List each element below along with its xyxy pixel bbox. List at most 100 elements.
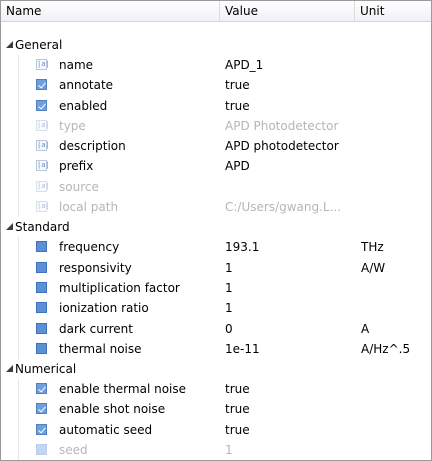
property-value: C:/Users/gwang.L...	[225, 200, 342, 215]
property-name: automatic seed	[59, 422, 153, 437]
property-row-ionization-ratio[interactable]: ionization ratio 1	[1, 298, 431, 319]
tree-guide-line	[18, 419, 19, 441]
tree-guide-line	[18, 197, 19, 218]
tree-guide-line	[18, 399, 19, 420]
property-value[interactable]: true	[225, 379, 250, 399]
property-name: source	[59, 179, 99, 194]
tree-guide-line	[18, 257, 19, 278]
collapse-triangle-icon[interactable]	[6, 41, 13, 48]
text-field-icon: |a|	[36, 180, 50, 192]
tree-guide-line	[18, 95, 19, 116]
unit-column-header[interactable]: Unit	[355, 1, 431, 21]
property-value: APD Photodetector	[225, 118, 339, 133]
tree-guide-line	[18, 237, 19, 258]
property-row-seed[interactable]: seed 1	[1, 440, 431, 460]
checkbox-checked-icon	[36, 79, 47, 91]
property-row-local-path[interactable]: |a| local path C:/Users/gwang.L...	[1, 197, 431, 218]
numeric-parameter-icon	[36, 444, 47, 456]
property-name: local path	[59, 200, 119, 215]
tree-guide-line	[18, 379, 19, 400]
property-value[interactable]: 1	[225, 298, 233, 318]
tree-guide-line	[18, 318, 19, 339]
tree-guide-line	[18, 156, 19, 177]
property-row-multiplication-factor[interactable]: multiplication factor 1	[1, 277, 431, 299]
property-value[interactable]: APD_1	[225, 55, 263, 75]
tree-guide-line	[18, 298, 19, 319]
tree-guide-line	[18, 440, 19, 460]
property-row-source[interactable]: |a| source	[1, 176, 431, 198]
property-row-enable-shot-noise[interactable]: enable shot noise true	[1, 399, 431, 420]
text-field-icon: |a|	[36, 59, 50, 70]
numeric-parameter-icon	[36, 322, 47, 334]
text-field-icon: |a|	[36, 140, 50, 152]
property-row-automatic-seed[interactable]: automatic seed true	[1, 419, 431, 441]
numeric-parameter-icon	[36, 302, 47, 314]
property-name: enable thermal noise	[59, 382, 187, 397]
text-field-icon: |a|	[36, 201, 50, 213]
property-name: multiplication factor	[59, 280, 180, 295]
tree-guide-line	[18, 136, 19, 157]
tree-guide-line	[18, 115, 19, 137]
property-rows: General |a| name APD_1 annotate true enabled tr…	[1, 35, 431, 460]
tree-guide-line	[18, 55, 19, 76]
property-row-responsivity[interactable]: responsivity 1 A/W	[1, 257, 431, 278]
property-value[interactable]: 1	[225, 258, 233, 278]
property-unit: A	[361, 321, 370, 336]
property-value[interactable]: 193.1	[225, 237, 259, 257]
property-value[interactable]: 1e-11	[225, 339, 260, 359]
property-row-enabled[interactable]: enabled true	[1, 95, 431, 116]
property-name: prefix	[59, 159, 94, 174]
group-label: Numerical	[15, 362, 77, 377]
property-row-description[interactable]: |a| description APD photodetector	[1, 136, 431, 157]
property-name: type	[59, 118, 86, 133]
collapse-triangle-icon[interactable]	[6, 223, 13, 231]
tree-guide-line	[18, 75, 19, 96]
value-column-header[interactable]: Value	[220, 1, 355, 21]
property-row-type[interactable]: |a| type APD Photodetector	[1, 115, 431, 137]
property-name: thermal noise	[59, 341, 142, 356]
text-field-icon: |a|	[36, 119, 50, 131]
property-name: dark current	[59, 321, 133, 336]
numeric-parameter-icon	[36, 261, 47, 273]
property-unit: A/Hz^.5	[361, 341, 411, 356]
property-row-annotate[interactable]: annotate true	[1, 75, 431, 96]
numeric-parameter-icon	[36, 342, 47, 354]
property-value[interactable]: true	[225, 96, 250, 116]
property-row-frequency[interactable]: frequency 193.1 THz	[1, 237, 431, 258]
group-numerical[interactable]: Numerical	[1, 359, 431, 379]
tree-guide-line	[18, 338, 19, 360]
property-unit: A/W	[361, 260, 386, 275]
name-column-header[interactable]: Name	[1, 1, 220, 21]
text-field-icon: |a|	[36, 160, 50, 172]
property-row-prefix[interactable]: |a| prefix APD	[1, 156, 431, 177]
property-row-name[interactable]: |a| name APD_1	[1, 55, 431, 76]
group-label: General	[15, 38, 63, 52]
property-name: annotate	[59, 78, 114, 93]
numeric-parameter-icon	[36, 241, 47, 253]
tree-guide-line	[18, 277, 19, 299]
property-value[interactable]: APD	[225, 156, 250, 176]
checkbox-checked-icon	[36, 383, 47, 395]
property-name: description	[59, 139, 126, 154]
property-value[interactable]: 0	[225, 319, 233, 339]
column-header: Name Value Unit	[1, 1, 431, 22]
group-standard[interactable]: Standard	[1, 217, 431, 237]
property-name: responsivity	[59, 260, 132, 275]
property-row-dark-current[interactable]: dark current 0 A	[1, 318, 431, 339]
property-row-thermal-noise[interactable]: thermal noise 1e-11 A/Hz^.5	[1, 338, 431, 360]
property-value[interactable]: APD photodetector	[225, 136, 339, 156]
property-value[interactable]: true	[225, 399, 250, 419]
collapse-triangle-icon[interactable]	[6, 365, 13, 373]
property-row-enable-thermal-noise[interactable]: enable thermal noise true	[1, 379, 431, 400]
property-value[interactable]: 1	[225, 278, 233, 298]
group-general[interactable]: General	[1, 35, 431, 55]
property-name: frequency	[59, 240, 120, 255]
checkbox-checked-icon	[36, 99, 47, 111]
property-name: ionization ratio	[59, 301, 149, 316]
property-value[interactable]: true	[225, 420, 250, 440]
property-name: enable shot noise	[59, 402, 166, 417]
property-grid: Name Value Unit General |a| name APD_1 annot…	[0, 0, 432, 461]
property-value[interactable]: true	[225, 75, 250, 95]
property-name: enabled	[59, 98, 108, 113]
property-name: seed	[59, 443, 88, 458]
